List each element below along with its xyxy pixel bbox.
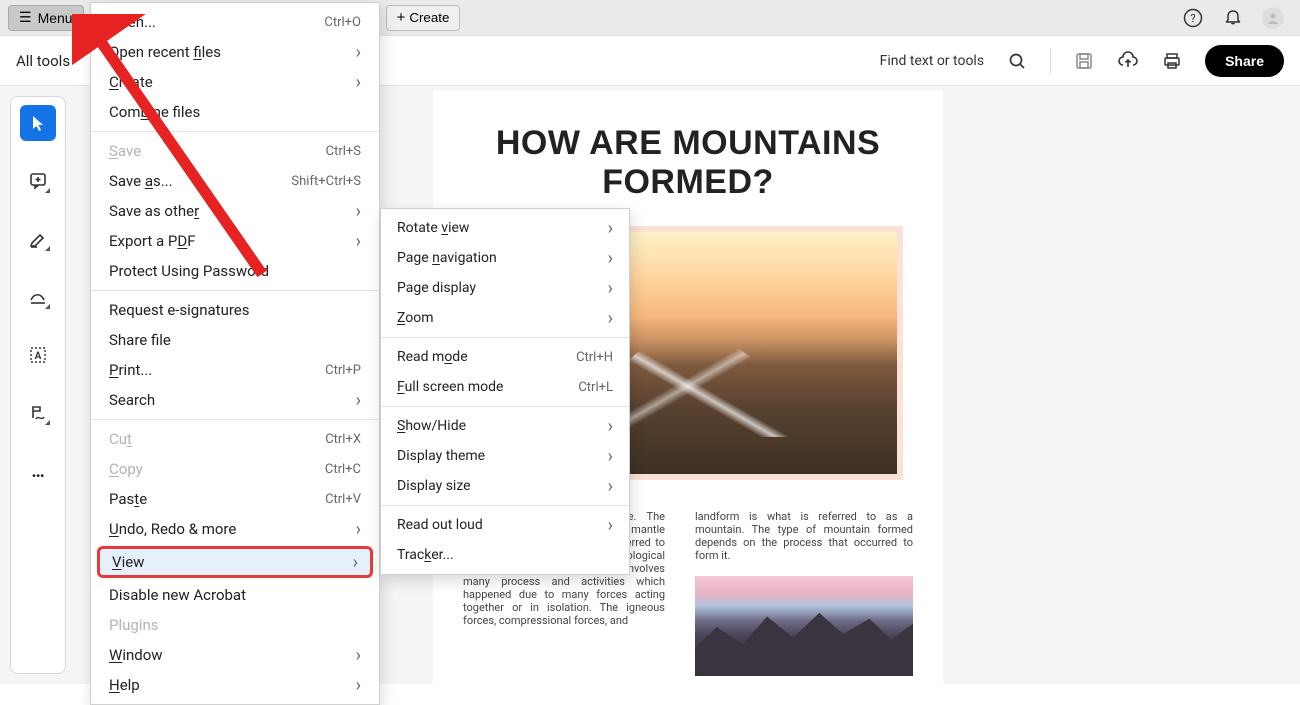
toolbar-right: Find text or tools Share [880, 45, 1284, 77]
chevron-right-icon [608, 416, 613, 437]
submenu-zoom[interactable]: Zoom [381, 303, 629, 333]
bell-icon[interactable] [1222, 7, 1244, 29]
plus-icon [397, 9, 406, 26]
submenu-show-hide[interactable]: Show/Hide [381, 411, 629, 441]
all-tools-label[interactable]: All tools [16, 52, 70, 70]
chevron-right-icon [608, 278, 613, 299]
menu-save-as[interactable]: Save as...Shift+Ctrl+S [91, 166, 379, 196]
submenu-display-theme[interactable]: Display theme [381, 441, 629, 471]
menu-help[interactable]: Help [91, 670, 379, 700]
menu-disable-new-acrobat[interactable]: Disable new Acrobat [91, 580, 379, 610]
submenu-read-mode[interactable]: Read modeCtrl+H [381, 342, 629, 372]
submenu-rotate-view[interactable]: Rotate view [381, 213, 629, 243]
chevron-right-icon [356, 675, 361, 696]
menu-undo-redo[interactable]: Undo, Redo & more [91, 514, 379, 544]
comment-tool[interactable] [20, 163, 56, 199]
chevron-right-icon [608, 218, 613, 239]
submenu-read-out-loud[interactable]: Read out loud [381, 510, 629, 540]
menu-copy: CopyCtrl+C [91, 454, 379, 484]
menu-create[interactable]: Create [91, 67, 379, 97]
chevron-right-icon [608, 476, 613, 497]
chevron-right-icon [356, 72, 361, 93]
chevron-right-icon [356, 42, 361, 63]
main-menu-dropdown: Open...Ctrl+O Open recent files Create C… [90, 2, 380, 705]
chevron-right-icon [608, 446, 613, 467]
search-icon[interactable] [1006, 50, 1028, 72]
menu-share-file[interactable]: Share file [91, 325, 379, 355]
submenu-display-size[interactable]: Display size [381, 471, 629, 501]
chevron-right-icon [356, 519, 361, 540]
create-button[interactable]: Create [386, 5, 461, 31]
fill-sign-tool[interactable] [20, 395, 56, 431]
menu-request-esign[interactable]: Request e-signatures [91, 295, 379, 325]
svg-text:A: A [35, 351, 42, 362]
menu-separator [91, 419, 379, 420]
menu-view[interactable]: View [97, 546, 373, 578]
chevron-right-icon [608, 515, 613, 536]
menu-cut: CutCtrl+X [91, 424, 379, 454]
save-icon[interactable] [1073, 50, 1095, 72]
topbar-right-group: ? [1182, 7, 1292, 29]
menu-separator [91, 290, 379, 291]
menu-combine[interactable]: Combine files [91, 97, 379, 127]
separator [1050, 48, 1051, 74]
menu-button[interactable]: Menu [8, 5, 84, 31]
chevron-right-icon [608, 248, 613, 269]
menu-open-recent[interactable]: Open recent files [91, 37, 379, 67]
submenu-full-screen[interactable]: Full screen modeCtrl+L [381, 372, 629, 402]
find-text-label[interactable]: Find text or tools [880, 53, 985, 69]
cloud-upload-icon[interactable] [1117, 50, 1139, 72]
textselect-tool[interactable]: A [20, 337, 56, 373]
chevron-right-icon [356, 231, 361, 252]
chevron-right-icon [608, 308, 613, 329]
menu-separator [381, 337, 629, 338]
view-submenu: Rotate view Page navigation Page display… [380, 208, 630, 575]
menu-print[interactable]: Print...Ctrl+P [91, 355, 379, 385]
chevron-right-icon [356, 390, 361, 411]
chevron-right-icon [356, 201, 361, 222]
create-button-label: Create [409, 10, 449, 25]
submenu-tracker[interactable]: Tracker... [381, 540, 629, 570]
menu-open[interactable]: Open...Ctrl+O [91, 7, 379, 37]
menu-separator [91, 131, 379, 132]
help-icon[interactable]: ? [1182, 7, 1204, 29]
menu-separator [381, 505, 629, 506]
hamburger-icon [19, 9, 32, 26]
menu-search[interactable]: Search [91, 385, 379, 415]
highlight-tool[interactable] [20, 221, 56, 257]
menu-protect-password[interactable]: Protect Using Password [91, 256, 379, 286]
chevron-right-icon [353, 552, 358, 573]
doc-title: HOW ARE MOUNTAINS FORMED? [433, 124, 943, 202]
chevron-right-icon [356, 645, 361, 666]
menu-paste[interactable]: PasteCtrl+V [91, 484, 379, 514]
doc-col-2: landform is what is referred to as a mou… [695, 510, 913, 676]
menu-save: SaveCtrl+S [91, 136, 379, 166]
print-icon[interactable] [1161, 50, 1183, 72]
menu-button-label: Menu [38, 10, 73, 26]
menu-plugins: Plugins [91, 610, 379, 640]
svg-text:?: ? [1190, 12, 1195, 25]
submenu-page-display[interactable]: Page display [381, 273, 629, 303]
avatar-icon[interactable] [1262, 7, 1284, 29]
submenu-page-navigation[interactable]: Page navigation [381, 243, 629, 273]
more-tools[interactable] [20, 453, 56, 489]
menu-save-other[interactable]: Save as other [91, 196, 379, 226]
select-tool[interactable] [20, 105, 56, 141]
menu-separator [381, 406, 629, 407]
menu-export-pdf[interactable]: Export a PDF [91, 226, 379, 256]
menu-window[interactable]: Window [91, 640, 379, 670]
share-button[interactable]: Share [1205, 45, 1284, 77]
left-sidebar: A [10, 96, 66, 674]
doc-image-2 [695, 576, 913, 676]
draw-tool[interactable] [20, 279, 56, 315]
